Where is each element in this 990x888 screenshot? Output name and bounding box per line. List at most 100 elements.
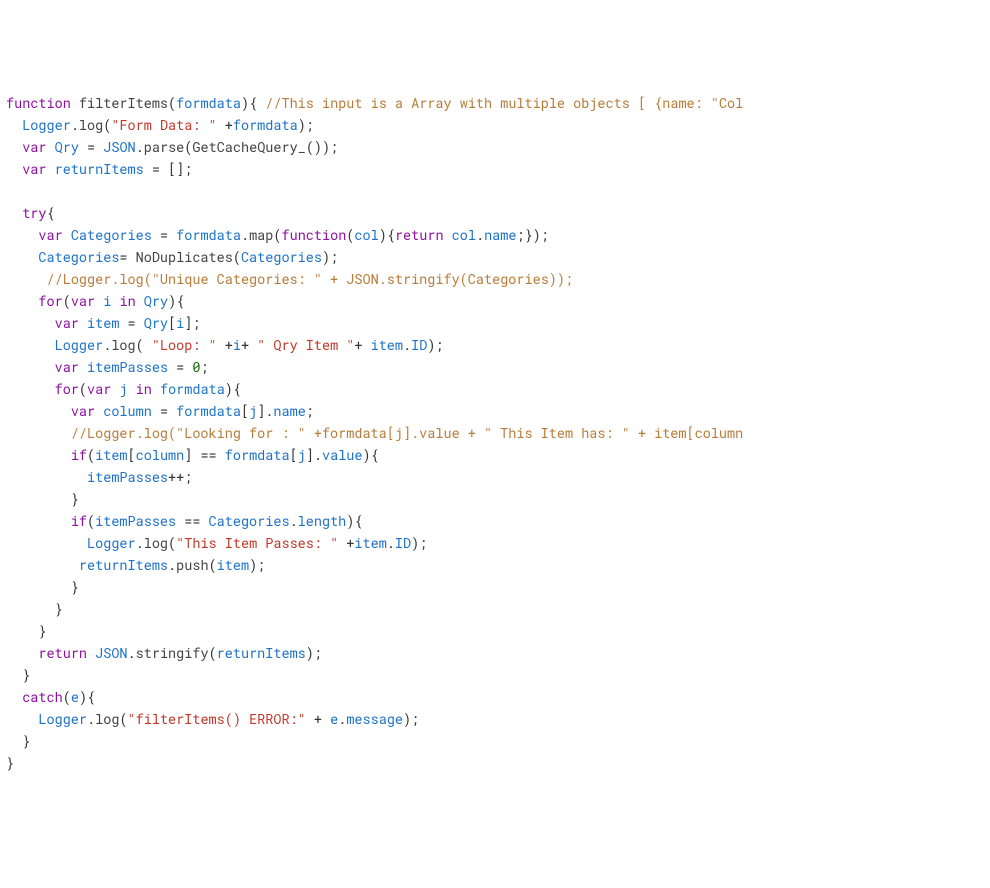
- code-token: [6, 402, 71, 420]
- code-line[interactable]: itemPasses++;: [6, 466, 984, 488]
- code-token: Logger: [55, 336, 104, 354]
- code-token: (: [168, 94, 176, 112]
- code-token: [79, 314, 87, 332]
- code-token: "Form Data: ": [111, 116, 216, 134]
- code-line[interactable]: }: [6, 730, 984, 752]
- code-line[interactable]: var itemPasses = 0;: [6, 356, 984, 378]
- code-line[interactable]: var returnItems = [];: [6, 158, 984, 180]
- code-token: );: [427, 336, 443, 354]
- code-line[interactable]: catch(e){: [6, 686, 984, 708]
- code-token: ];: [184, 314, 200, 332]
- code-token: formdata: [176, 402, 241, 420]
- code-line[interactable]: }: [6, 620, 984, 642]
- code-line[interactable]: if(item[column] == formdata[j].value){: [6, 444, 984, 466]
- code-token: function: [6, 94, 71, 112]
- code-token: item: [95, 446, 127, 464]
- code-token: [128, 380, 136, 398]
- code-token: if: [71, 446, 87, 464]
- code-token: returnItems: [55, 160, 144, 178]
- code-token: ].: [257, 402, 273, 420]
- code-token: formdata: [233, 116, 298, 134]
- code-line[interactable]: Logger.log("This Item Passes: " +item.ID…: [6, 532, 984, 554]
- code-token: NoDuplicates: [136, 248, 233, 266]
- code-token: GetCacheQuery_: [192, 138, 305, 156]
- code-token: in: [136, 380, 152, 398]
- code-token: [47, 138, 55, 156]
- code-token: =: [119, 314, 143, 332]
- code-token: (: [209, 644, 217, 662]
- code-line[interactable]: Logger.log( "Loop: " +i+ " Qry Item "+ i…: [6, 334, 984, 356]
- code-token: }: [6, 622, 47, 640]
- code-line[interactable]: function filterItems(formdata){ //This i…: [6, 92, 984, 114]
- code-token: (: [273, 226, 281, 244]
- code-token: [: [168, 314, 176, 332]
- code-token: .: [71, 116, 79, 134]
- code-line[interactable]: }: [6, 752, 984, 774]
- code-token: for: [55, 380, 79, 398]
- code-token: var: [71, 402, 95, 420]
- code-token: [6, 270, 47, 288]
- code-token: if: [71, 512, 87, 530]
- code-line[interactable]: }: [6, 664, 984, 686]
- code-token: }: [6, 490, 79, 508]
- code-token: item: [371, 336, 403, 354]
- code-token: var: [71, 292, 95, 310]
- code-token: //Logger.log("Looking for : " +formdata[…: [71, 424, 743, 442]
- code-token: [6, 380, 55, 398]
- code-token: Qry: [144, 292, 168, 310]
- code-token: (: [63, 688, 71, 706]
- code-token: ){: [225, 380, 241, 398]
- code-line[interactable]: var Categories = formdata.map(function(c…: [6, 224, 984, 246]
- code-token: [6, 116, 22, 134]
- code-token: (: [136, 336, 152, 354]
- code-line[interactable]: for(var j in formdata){: [6, 378, 984, 400]
- code-token: (: [168, 534, 176, 552]
- code-token: [6, 556, 79, 574]
- code-token: (: [119, 710, 127, 728]
- code-token: column: [136, 446, 185, 464]
- code-token: ;: [306, 402, 314, 420]
- code-line[interactable]: var column = formdata[j].name;: [6, 400, 984, 422]
- code-token: column: [103, 402, 152, 420]
- code-token: ;});: [516, 226, 548, 244]
- code-token: ].: [306, 446, 322, 464]
- code-line[interactable]: returnItems.push(item);: [6, 554, 984, 576]
- code-token: .: [168, 556, 176, 574]
- code-token: .: [290, 512, 298, 530]
- code-line[interactable]: return JSON.stringify(returnItems);: [6, 642, 984, 664]
- code-token: +: [217, 116, 233, 134]
- code-token: [6, 160, 22, 178]
- code-line[interactable]: Categories= NoDuplicates(Categories);: [6, 246, 984, 268]
- code-line[interactable]: var item = Qry[i];: [6, 312, 984, 334]
- code-line[interactable]: var Qry = JSON.parse(GetCacheQuery_());: [6, 136, 984, 158]
- code-line[interactable]: [6, 180, 984, 202]
- code-token: Categories: [209, 512, 290, 530]
- code-line[interactable]: }: [6, 598, 984, 620]
- code-block[interactable]: function filterItems(formdata){ //This i…: [6, 92, 984, 774]
- code-line[interactable]: //Logger.log("Looking for : " +formdata[…: [6, 422, 984, 444]
- code-token: .: [403, 336, 411, 354]
- code-token: [79, 358, 87, 376]
- code-line[interactable]: for(var i in Qry){: [6, 290, 984, 312]
- code-token: (: [87, 446, 95, 464]
- code-token: {: [47, 204, 55, 222]
- code-line[interactable]: Logger.log("Form Data: " +formdata);: [6, 114, 984, 136]
- code-line[interactable]: try{: [6, 202, 984, 224]
- code-token: (: [63, 292, 71, 310]
- code-token: +: [306, 710, 330, 728]
- code-token: j: [119, 380, 127, 398]
- code-token: Categories: [38, 248, 119, 266]
- code-line[interactable]: }: [6, 488, 984, 510]
- code-token: ){: [379, 226, 395, 244]
- code-line[interactable]: }: [6, 576, 984, 598]
- code-token: [6, 710, 38, 728]
- code-token: [: [241, 402, 249, 420]
- code-line[interactable]: Logger.log("filterItems() ERROR:" + e.me…: [6, 708, 984, 730]
- code-token: log: [95, 710, 119, 728]
- code-line[interactable]: if(itemPasses == Categories.length){: [6, 510, 984, 532]
- code-token: ){: [346, 512, 362, 530]
- code-token: map: [249, 226, 273, 244]
- code-line[interactable]: //Logger.log("Unique Categories: " + JSO…: [6, 268, 984, 290]
- code-token: ){: [168, 292, 184, 310]
- code-token: formdata: [225, 446, 290, 464]
